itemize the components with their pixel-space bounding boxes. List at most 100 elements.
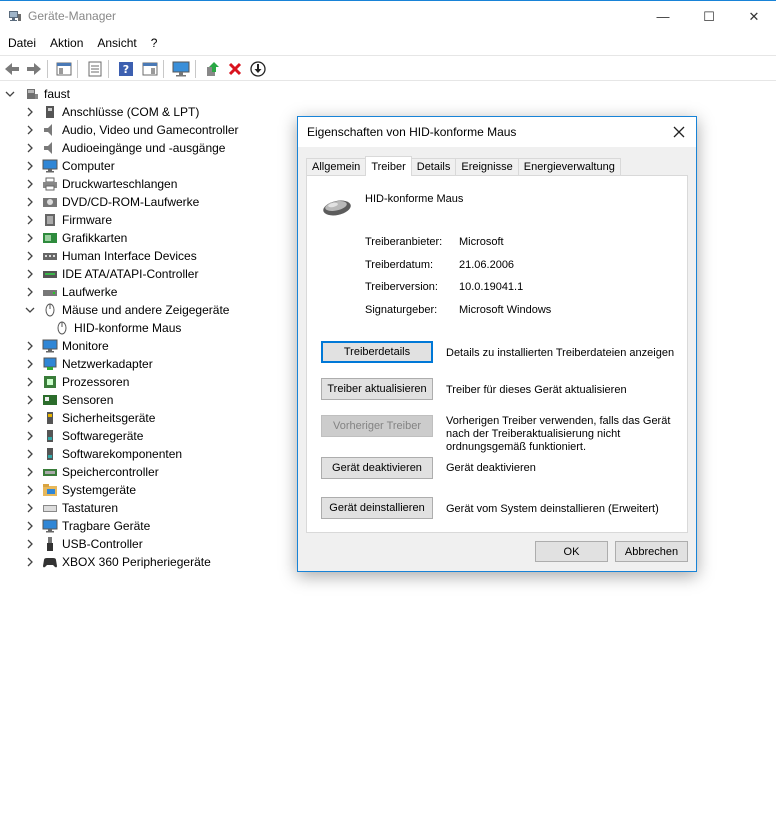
properties-button[interactable] bbox=[85, 59, 105, 79]
chevron-right-icon[interactable] bbox=[24, 448, 36, 460]
tree-category-audioeingänge-und-ausgänge[interactable]: Audioeingänge und -ausgänge bbox=[24, 139, 225, 157]
tree-category-xbox-360-peripheriegeräte[interactable]: XBOX 360 Peripheriegeräte bbox=[24, 553, 211, 571]
chevron-right-icon[interactable] bbox=[24, 142, 36, 154]
usb-icon bbox=[42, 536, 58, 552]
uninstall-button[interactable] bbox=[225, 59, 245, 79]
chevron-right-icon[interactable] bbox=[24, 412, 36, 424]
menu-datei[interactable]: Datei bbox=[1, 32, 43, 54]
chevron-right-icon[interactable] bbox=[24, 106, 36, 118]
chevron-right-icon[interactable] bbox=[24, 430, 36, 442]
enable-device-button[interactable] bbox=[248, 59, 268, 79]
tree-category-mäuse-und-andere-zeigegeräte[interactable]: Mäuse und andere Zeigegeräte bbox=[24, 301, 229, 319]
close-button[interactable]: ✕ bbox=[731, 1, 776, 32]
menu-aktion[interactable]: Aktion bbox=[43, 32, 90, 54]
chevron-right-icon[interactable] bbox=[24, 232, 36, 244]
tree-child-hid-konforme-maus[interactable]: HID-konforme Maus bbox=[44, 319, 181, 337]
chevron-right-icon[interactable] bbox=[24, 556, 36, 568]
update-driver-button[interactable]: Treiber aktualisieren bbox=[321, 378, 433, 400]
chevron-down-icon[interactable] bbox=[4, 88, 16, 100]
help-button[interactable]: ? bbox=[116, 59, 136, 79]
tree-category-sicherheitsgeräte[interactable]: Sicherheitsgeräte bbox=[24, 409, 155, 427]
tree-category-sensoren[interactable]: Sensoren bbox=[24, 391, 113, 409]
tree-category-human-interface-devices[interactable]: Human Interface Devices bbox=[24, 247, 197, 265]
tree-category-laufwerke[interactable]: Laufwerke bbox=[24, 283, 117, 301]
update-driver-button[interactable] bbox=[202, 59, 222, 79]
forward-button[interactable] bbox=[24, 59, 44, 79]
ide-icon bbox=[42, 266, 58, 282]
mouse-icon bbox=[54, 320, 70, 336]
tree-category-anschlüsse-com-lpt[interactable]: Anschlüsse (COM & LPT) bbox=[24, 103, 199, 121]
action-pane-button[interactable] bbox=[140, 59, 160, 79]
uninstall-device-button[interactable]: Gerät deinstallieren bbox=[321, 497, 433, 519]
chevron-right-icon[interactable] bbox=[24, 340, 36, 352]
tree-item-label: Speichercontroller bbox=[62, 465, 159, 479]
roll-back-driver-button[interactable]: Vorheriger Treiber bbox=[321, 415, 433, 437]
cancel-button[interactable]: Abbrechen bbox=[615, 541, 688, 562]
menu-ansicht[interactable]: Ansicht bbox=[90, 32, 143, 54]
toolbar-separator bbox=[195, 60, 196, 78]
monitor-icon bbox=[42, 338, 58, 354]
chevron-right-icon[interactable] bbox=[24, 376, 36, 388]
tree-category-dvd-cd-rom-laufwerke[interactable]: DVD/CD-ROM-Laufwerke bbox=[24, 193, 199, 211]
show-hide-console-tree-button[interactable] bbox=[54, 59, 74, 79]
chevron-right-icon[interactable] bbox=[24, 178, 36, 190]
chevron-right-icon[interactable] bbox=[24, 196, 36, 208]
tree-category-tastaturen[interactable]: Tastaturen bbox=[24, 499, 118, 517]
tree-category-prozessoren[interactable]: Prozessoren bbox=[24, 373, 129, 391]
dialog-close-button[interactable] bbox=[662, 117, 696, 147]
minimize-button[interactable]: — bbox=[640, 1, 686, 32]
toolbar-separator bbox=[47, 60, 48, 78]
tree-category-softwarekomponenten[interactable]: Softwarekomponenten bbox=[24, 445, 182, 463]
scan-hardware-button[interactable] bbox=[171, 59, 191, 79]
tree-root[interactable]: faust bbox=[4, 85, 70, 103]
disc-icon bbox=[42, 194, 58, 210]
disable-device-button[interactable]: Gerät deaktivieren bbox=[321, 457, 433, 479]
chevron-right-icon[interactable] bbox=[24, 538, 36, 550]
chevron-right-icon[interactable] bbox=[24, 160, 36, 172]
console-tree-icon bbox=[56, 62, 72, 76]
chevron-right-icon[interactable] bbox=[24, 214, 36, 226]
tab-treiber[interactable]: Treiber bbox=[365, 156, 412, 176]
tab-ereignisse[interactable]: Ereignisse bbox=[455, 158, 519, 176]
driver-version-value: 10.0.19041.1 bbox=[459, 281, 524, 293]
tree-category-tragbare-geräte[interactable]: Tragbare Geräte bbox=[24, 517, 150, 535]
red-x-icon bbox=[228, 62, 242, 76]
tree-category-ide-ata-atapi-controller[interactable]: IDE ATA/ATAPI-Controller bbox=[24, 265, 198, 283]
chevron-right-icon[interactable] bbox=[24, 394, 36, 406]
network-icon bbox=[42, 356, 58, 372]
tab-energieverwaltung[interactable]: Energieverwaltung bbox=[517, 158, 621, 176]
chevron-right-icon[interactable] bbox=[24, 124, 36, 136]
chevron-right-icon[interactable] bbox=[24, 502, 36, 514]
tree-category-netzwerkadapter[interactable]: Netzwerkadapter bbox=[24, 355, 153, 373]
driver-details-button[interactable]: Treiberdetails bbox=[321, 341, 433, 363]
tree-item-label: Prozessoren bbox=[62, 375, 130, 389]
tree-item-label: Anschlüsse (COM & LPT) bbox=[62, 105, 200, 119]
toolbar-separator bbox=[108, 60, 109, 78]
ok-button[interactable]: OK bbox=[535, 541, 608, 562]
tree-category-speichercontroller[interactable]: Speichercontroller bbox=[24, 463, 159, 481]
tree-category-firmware[interactable]: Firmware bbox=[24, 211, 112, 229]
maximize-button[interactable]: ☐ bbox=[686, 1, 732, 32]
chevron-right-icon[interactable] bbox=[24, 466, 36, 478]
chevron-right-icon[interactable] bbox=[24, 520, 36, 532]
tree-item-label: Laufwerke bbox=[62, 285, 118, 299]
chevron-right-icon[interactable] bbox=[24, 358, 36, 370]
tab-details[interactable]: Details bbox=[410, 158, 457, 176]
tree-category-audio-video-und-gamecontroller[interactable]: Audio, Video und Gamecontroller bbox=[24, 121, 239, 139]
chevron-right-icon[interactable] bbox=[24, 484, 36, 496]
chevron-down-icon[interactable] bbox=[24, 304, 36, 316]
close-icon: ✕ bbox=[748, 8, 760, 24]
tree-category-systemgeräte[interactable]: Systemgeräte bbox=[24, 481, 136, 499]
tree-category-monitore[interactable]: Monitore bbox=[24, 337, 109, 355]
tree-category-grafikkarten[interactable]: Grafikkarten bbox=[24, 229, 127, 247]
tree-category-softwaregeräte[interactable]: Softwaregeräte bbox=[24, 427, 143, 445]
back-button[interactable] bbox=[2, 59, 22, 79]
chevron-right-icon[interactable] bbox=[24, 286, 36, 298]
tree-category-usb-controller[interactable]: USB-Controller bbox=[24, 535, 143, 553]
menu-help[interactable]: ? bbox=[144, 32, 165, 54]
tree-category-druckwarteschlangen[interactable]: Druckwarteschlangen bbox=[24, 175, 177, 193]
chevron-right-icon[interactable] bbox=[24, 268, 36, 280]
chevron-right-icon[interactable] bbox=[24, 250, 36, 262]
tree-category-computer[interactable]: Computer bbox=[24, 157, 115, 175]
tab-allgemein[interactable]: Allgemein bbox=[306, 158, 367, 176]
